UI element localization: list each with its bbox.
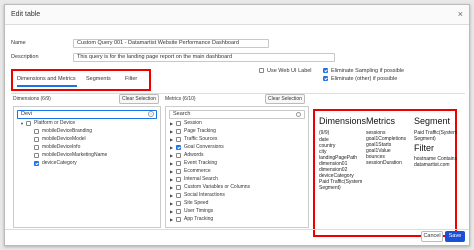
dialog-title: Edit table — [11, 11, 41, 18]
metrics-header: Metrics (6/10) — [165, 96, 196, 102]
metric-group-item[interactable]: Custom Variables or Columns — [184, 184, 250, 191]
expand-triangle-icon[interactable]: ▶ — [170, 192, 173, 199]
metric-group-checkbox[interactable] — [176, 129, 181, 134]
summary-metrics-title: Metrics — [366, 116, 395, 126]
metric-group-checkbox[interactable] — [176, 217, 181, 222]
dialog-titlebar: Edit table × — [5, 5, 469, 25]
metrics-clear-selection-button[interactable]: Clear Selection — [265, 94, 305, 104]
tree-item-platform-or-device[interactable]: Platform or Device — [34, 120, 75, 127]
metric-group-checkbox-checked[interactable] — [176, 145, 181, 150]
tree-item-checkbox[interactable] — [34, 137, 39, 142]
clear-search-icon[interactable]: × — [148, 111, 154, 117]
metric-group-checkbox[interactable] — [176, 137, 181, 142]
expand-triangle-icon[interactable]: ▶ — [170, 152, 173, 159]
metric-group-checkbox[interactable] — [176, 153, 181, 158]
tree-item[interactable]: deviceCategory — [42, 160, 77, 167]
metric-group-checkbox[interactable] — [176, 169, 181, 174]
metric-group-checkbox[interactable] — [176, 185, 181, 190]
eliminate-other-checkbox[interactable] — [323, 76, 328, 81]
footer-divider — [5, 229, 469, 230]
expand-triangle-icon[interactable]: ▼ — [20, 120, 24, 127]
tree-item-checkbox-checked[interactable] — [34, 161, 39, 166]
expand-triangle-icon[interactable]: ▶ — [170, 176, 173, 183]
tree-item[interactable]: mobileDeviceMarketingName — [42, 152, 107, 159]
metric-group-item[interactable]: Ecommerce — [184, 168, 211, 175]
expand-triangle-icon[interactable]: ▶ — [170, 136, 173, 143]
metric-group-checkbox[interactable] — [176, 177, 181, 182]
metrics-panel: Search ▶ Session ▶ Page Tracking ▶ Traff… — [165, 106, 309, 228]
expand-triangle-icon[interactable]: ▶ — [170, 200, 173, 207]
dimensions-header: Dimensions (6/9) — [13, 96, 51, 102]
summary-segment-item: Segment) — [414, 136, 436, 142]
expand-triangle-icon[interactable]: ▶ — [170, 160, 173, 167]
summary-metric-item: sessionDuration — [366, 160, 402, 166]
expand-triangle-icon[interactable]: ▶ — [170, 216, 173, 223]
dimensions-search-input[interactable]: Devi — [17, 110, 157, 119]
dimensions-panel: Devi × ▼ Platform or Device mobileDevice… — [13, 106, 161, 228]
metric-group-checkbox[interactable] — [176, 121, 181, 126]
metric-group-item[interactable]: Site Speed — [184, 200, 208, 207]
tree-item-checkbox[interactable] — [34, 153, 39, 158]
eliminate-other-text: Eliminate (other) if possible — [331, 76, 398, 82]
tab-dimensions-and-metrics[interactable]: Dimensions and Metrics — [17, 76, 76, 82]
summary-filter-title: Filter — [414, 143, 434, 153]
tree-item[interactable]: mobileDeviceBranding — [42, 128, 92, 135]
summary-dimensions-title: Dimensions — [319, 116, 367, 126]
tab-segments[interactable]: Segments — [86, 76, 111, 82]
metric-group-item[interactable]: User Timings — [184, 208, 213, 215]
metric-group-item[interactable]: Adwords — [184, 152, 203, 159]
tree-item-checkbox[interactable] — [34, 145, 39, 150]
tree-item-checkbox[interactable] — [34, 129, 39, 134]
tree-item[interactable]: mobileDeviceInfo — [42, 144, 80, 151]
active-tab-indicator — [17, 85, 77, 87]
metric-group-checkbox[interactable] — [176, 161, 181, 166]
metric-group-item[interactable]: App Tracking — [184, 216, 213, 223]
summary-filter-item: datamartist.com — [414, 162, 450, 168]
name-label: Name — [11, 40, 26, 46]
expand-triangle-icon[interactable]: ▶ — [170, 144, 173, 151]
metric-group-item[interactable]: Internal Search — [184, 176, 218, 183]
metric-group-checkbox[interactable] — [176, 193, 181, 198]
expand-triangle-icon[interactable]: ▶ — [170, 208, 173, 215]
eliminate-sampling-text: Eliminate Sampling if possible — [331, 68, 405, 74]
metric-group-item[interactable]: Goal Conversions — [184, 144, 224, 151]
metric-group-item[interactable]: Event Tracking — [184, 160, 217, 167]
metric-group-item[interactable]: Session — [184, 120, 202, 127]
expand-triangle-icon[interactable]: ▶ — [170, 120, 173, 127]
use-web-ui-label-text: Use Web UI Label — [267, 68, 312, 74]
tab-filter[interactable]: Filter — [125, 76, 137, 82]
eliminate-sampling-checkbox[interactable] — [323, 68, 328, 73]
save-button[interactable]: Save — [445, 231, 465, 242]
metric-group-checkbox[interactable] — [176, 201, 181, 206]
search-icon — [296, 112, 301, 117]
platform-or-device-checkbox[interactable] — [26, 121, 31, 126]
metrics-search-input[interactable]: Search — [169, 110, 305, 119]
metric-group-checkbox[interactable] — [176, 209, 181, 214]
edit-table-dialog: Edit table × Name Custom Query 001 - Dat… — [4, 4, 470, 246]
dimensions-clear-selection-button[interactable]: Clear Selection — [119, 94, 159, 104]
use-web-ui-label-checkbox[interactable] — [259, 68, 264, 73]
summary-dimension-item: Segment) — [319, 185, 341, 191]
metric-group-item[interactable]: Page Tracking — [184, 128, 216, 135]
expand-triangle-icon[interactable]: ▶ — [170, 168, 173, 175]
metric-group-item[interactable]: Social Interactions — [184, 192, 225, 199]
summary-highlight-box: Dimensions (9/9) date country city landi… — [313, 109, 457, 237]
cancel-button[interactable]: Cancel — [421, 231, 443, 242]
description-label: Description — [11, 54, 39, 60]
summary-dimensions-count: (9/9) — [319, 130, 330, 136]
tab-divider — [11, 93, 465, 94]
description-field[interactable]: This query is for the landing page repor… — [73, 53, 335, 62]
name-field[interactable]: Custom Query 001 - Datamartist Website P… — [73, 39, 269, 48]
expand-triangle-icon[interactable]: ▶ — [170, 128, 173, 135]
close-icon[interactable]: × — [458, 9, 463, 19]
tree-item[interactable]: mobileDeviceModel — [42, 136, 86, 143]
metric-group-item[interactable]: Traffic Sources — [184, 136, 217, 143]
summary-segment-title: Segment — [414, 116, 451, 126]
expand-triangle-icon[interactable]: ▶ — [170, 184, 173, 191]
